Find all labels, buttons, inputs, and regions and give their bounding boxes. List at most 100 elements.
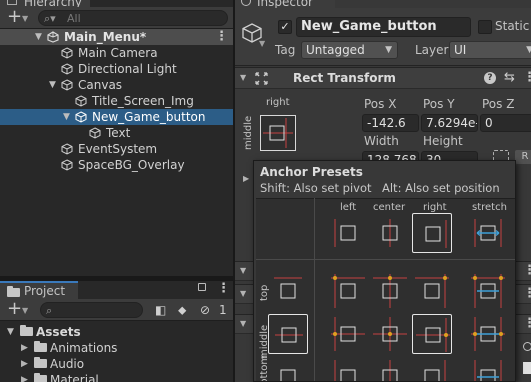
layer-dropdown[interactable]: UI ▼ [449, 41, 531, 59]
component-menu-icon[interactable]: ⋮ [523, 263, 531, 278]
chevron-down-icon[interactable]: ▼ [259, 39, 265, 48]
lock-icon[interactable] [198, 283, 206, 291]
anchor-preset-middle-stretch[interactable] [468, 314, 508, 354]
project-folder-material[interactable]: ▶ Material [0, 372, 233, 382]
anchor-preset-bottom-left[interactable] [328, 357, 368, 381]
tag-label: Tag [275, 43, 296, 57]
anchor-preset-middle-left[interactable] [328, 314, 368, 354]
tab-inspector[interactable]: Inspector [235, 0, 335, 9]
width-label: Width [364, 134, 399, 148]
active-checkbox[interactable]: ✓ [278, 20, 292, 34]
anchor-preset-middle-right[interactable] [412, 314, 452, 354]
anchor-preset-center[interactable] [370, 213, 410, 253]
hierarchy-item-text[interactable]: Text [0, 125, 233, 141]
fold-arrow-icon[interactable]: ▼ [240, 73, 246, 82]
anchor-preset-middle-center[interactable] [370, 314, 410, 354]
anchor-preset-bottom-center[interactable] [370, 357, 410, 381]
checkbox-icon[interactable] [523, 362, 531, 374]
filter-by-label-icon[interactable]: ⬥ [178, 303, 186, 318]
component-menu-icon[interactable]: ⋮ [523, 286, 531, 301]
fold-arrow-icon[interactable]: ▼ [49, 77, 56, 93]
anchor-middle-icon [275, 327, 303, 343]
tab-project[interactable]: Project [0, 281, 78, 299]
item-label: Title_Screen_Img [92, 94, 194, 108]
fold-arrow-icon[interactable]: ▶ [21, 372, 28, 382]
anchor-bottom-stretch-icon [474, 360, 502, 381]
project-menu-icon[interactable]: ⋮ [217, 281, 230, 296]
static-label: Static [495, 19, 530, 33]
chevron-down-icon[interactable]: ▼ [22, 306, 28, 315]
fold-arrow-icon[interactable]: ▼ [35, 29, 42, 45]
anchor-preset-bottom-stretch[interactable] [468, 357, 508, 381]
hierarchy-item-directional-light[interactable]: Directional Light [0, 61, 233, 77]
fold-arrow-icon[interactable]: ▼ [63, 109, 70, 125]
anchor-v-label: middle [243, 115, 254, 150]
rect-transform-header[interactable]: ▼ Rect Transform ? ⇆ ⋮ [235, 67, 531, 89]
hierarchy-item-spacebg-overlay[interactable]: SpaceBG_Overlay [0, 157, 233, 173]
hierarchy-item-title-screen-img[interactable]: Title_Screen_Img [0, 93, 233, 109]
folder-icon [34, 373, 47, 382]
anchor-h-label: right [266, 97, 290, 108]
search-placeholder: All [67, 12, 81, 25]
create-asset-button[interactable]: + [7, 300, 22, 318]
object-name-field[interactable]: New_Game_button [296, 17, 471, 37]
raw-edit-button[interactable]: R [515, 150, 531, 164]
anchor-preset-stretch[interactable] [468, 213, 508, 253]
component-menu-icon[interactable]: ⋮ [523, 70, 531, 85]
help-icon[interactable]: ? [484, 72, 496, 84]
hierarchy-item-canvas[interactable]: ▼ Canvas [0, 77, 233, 93]
anchor-preset-left[interactable] [328, 213, 368, 253]
project-search-input[interactable]: ⌕ [40, 302, 143, 318]
hierarchy-item-eventsystem[interactable]: EventSystem [0, 141, 233, 157]
project-folder-assets[interactable]: ▼ Assets [0, 324, 233, 340]
fold-arrow-icon[interactable]: ▶ [243, 174, 249, 183]
anchor-preset-top-stretch[interactable] [468, 271, 508, 311]
tag-dropdown[interactable]: Untagged ▼ [301, 41, 398, 59]
hierarchy-item-main-camera[interactable]: Main Camera [0, 45, 233, 61]
item-label: SpaceBG_Overlay [78, 158, 185, 172]
project-folder-animations[interactable]: ▶ Animations [0, 340, 233, 356]
anchor-preset-right[interactable] [412, 213, 452, 253]
column-label-stretch: stretch [472, 202, 507, 213]
info-icon [241, 0, 251, 6]
fold-arrow-icon[interactable]: ▼ [240, 266, 246, 275]
folder-label: Audio [50, 357, 85, 371]
anchor-preset-top[interactable] [268, 271, 308, 311]
fold-arrow-icon[interactable]: ▼ [240, 289, 246, 298]
scene-menu-icon[interactable]: ⋮ [215, 29, 228, 45]
fold-arrow-icon[interactable]: ▼ [240, 319, 246, 328]
fold-arrow-icon[interactable]: ▼ [7, 324, 14, 340]
hierarchy-search-input[interactable]: ⌕▾ All [38, 10, 228, 26]
pos-x-field[interactable]: -142.6 [362, 114, 419, 132]
pos-z-field[interactable]: 0 [480, 114, 531, 132]
filter-by-type-icon[interactable]: ◧ [155, 303, 166, 317]
component-menu-icon[interactable]: ⋮ [523, 316, 531, 331]
item-label: Directional Light [78, 62, 177, 76]
project-folder-audio[interactable]: ▶ Audio [0, 356, 233, 372]
pos-y-field[interactable]: 7.6294e- [421, 114, 478, 132]
fold-arrow-icon[interactable]: ▶ [21, 340, 28, 356]
anchor-preset-top-left[interactable] [328, 271, 368, 311]
anchor-preset-middle[interactable] [268, 314, 308, 354]
scene-row[interactable]: ▼ Main_Menu* ⋮ [0, 29, 233, 45]
layer-label: Layer [415, 43, 449, 57]
static-checkbox[interactable] [478, 20, 492, 34]
anchor-preset-button[interactable] [260, 115, 296, 151]
anchor-preset-top-right[interactable] [412, 271, 452, 311]
gameobject-cube-icon [75, 95, 87, 107]
hierarchy-item-new-game-button[interactable]: ▼ New_Game_button [0, 109, 233, 125]
anchor-preset-bottom[interactable] [268, 357, 308, 381]
chevron-down-icon[interactable]: ▼ [22, 14, 28, 23]
hierarchy-icon [7, 0, 17, 5]
anchor-preset-top-center[interactable] [370, 271, 410, 311]
hidden-packages-icon[interactable]: ⊘ [200, 303, 210, 317]
anchor-preset-bottom-right[interactable] [412, 357, 452, 381]
gameobject-cube-icon [61, 159, 73, 171]
anchor-bottom-left-icon [334, 360, 356, 381]
object-picker-icon[interactable] [523, 342, 531, 351]
fold-arrow-icon[interactable]: ▶ [21, 356, 28, 372]
anchor-top-right-icon [415, 274, 449, 308]
add-object-button[interactable]: + [7, 8, 22, 26]
preset-icon[interactable]: ⇆ [504, 70, 515, 85]
column-label-center: center [373, 202, 406, 213]
